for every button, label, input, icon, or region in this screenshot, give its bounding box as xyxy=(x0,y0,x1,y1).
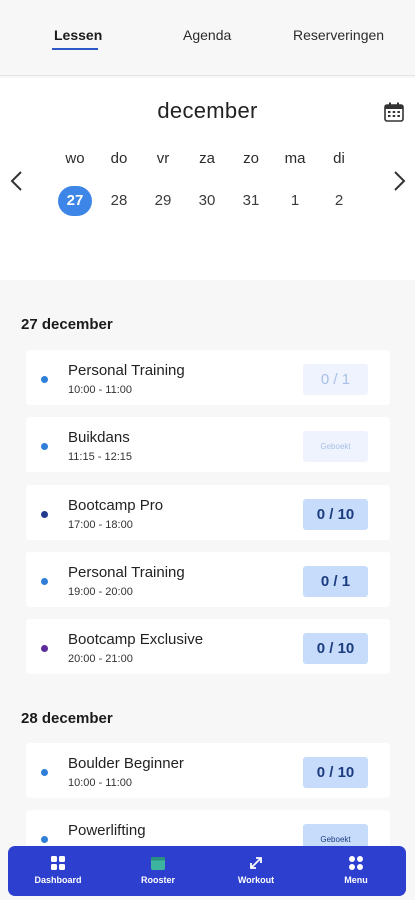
weekday-label: di xyxy=(333,150,345,167)
lesson-name: Bootcamp Pro xyxy=(68,497,164,514)
nav-label: Rooster xyxy=(140,875,175,885)
lesson-card[interactable]: Boulder Beginner 10:00 - 11:00 0 / 10 xyxy=(26,743,390,798)
lesson-name: Personal Training xyxy=(68,564,185,581)
bottom-navigation: Dashboard Rooster Workout Menu xyxy=(8,846,406,896)
weekday-label: do xyxy=(110,150,128,167)
week-calendar: december wo do vr za zo ma di 27 28 29 3… xyxy=(0,78,415,280)
day-button[interactable]: 31 xyxy=(234,186,268,216)
day-button[interactable]: 28 xyxy=(102,186,136,216)
lesson-dot xyxy=(41,836,48,843)
day-button[interactable]: 29 xyxy=(146,186,180,216)
active-tab-indicator xyxy=(52,48,98,50)
top-tabs: Lessen Agenda Reserveringen xyxy=(0,0,415,76)
lesson-card[interactable]: Bootcamp Exclusive 20:00 - 21:00 0 / 10 xyxy=(26,619,390,674)
tab-agenda[interactable]: Agenda xyxy=(183,27,231,43)
section-date-title: 27 december xyxy=(21,316,113,333)
day-button[interactable]: 2 xyxy=(322,186,356,216)
lesson-name: Powerlifting xyxy=(68,822,146,839)
lesson-name: Boulder Beginner xyxy=(68,755,184,772)
lesson-capacity-badge: 0 / 10 xyxy=(303,499,368,530)
lesson-time: 10:00 - 11:00 xyxy=(68,384,133,396)
weekday-label: zo xyxy=(243,150,259,167)
lesson-card[interactable]: Buikdans 11:15 - 12:15 Geboekt xyxy=(26,417,390,472)
lesson-capacity-badge: 0 / 1 xyxy=(303,566,368,597)
lesson-time: 10:00 - 11:00 xyxy=(68,777,133,789)
next-week-icon[interactable] xyxy=(390,170,408,192)
day-button[interactable]: 1 xyxy=(278,186,312,216)
month-title: december xyxy=(157,98,258,123)
lesson-name: Buikdans xyxy=(68,429,130,446)
nav-label: Workout xyxy=(237,875,275,885)
day-button-selected[interactable]: 27 xyxy=(58,186,92,216)
section-date-title: 28 december xyxy=(21,710,113,727)
lesson-capacity-badge: 0 / 1 xyxy=(303,364,368,395)
lesson-time: 20:00 - 21:00 xyxy=(68,653,133,665)
nav-workout[interactable]: Workout xyxy=(216,846,296,896)
lesson-name: Personal Training xyxy=(68,362,185,379)
weekday-label: ma xyxy=(284,150,306,167)
lesson-capacity-badge: 0 / 10 xyxy=(303,757,368,788)
lesson-dot xyxy=(41,578,48,585)
lesson-card[interactable]: Personal Training 19:00 - 20:00 0 / 1 xyxy=(26,552,390,607)
nav-label: Menu xyxy=(344,875,368,885)
calendar-picker-icon[interactable] xyxy=(384,102,404,122)
nav-menu[interactable]: Menu xyxy=(316,846,396,896)
weekday-label: wo xyxy=(65,150,85,167)
dashboard-icon xyxy=(51,856,65,870)
lesson-dot xyxy=(41,645,48,652)
tab-reserveringen[interactable]: Reserveringen xyxy=(293,27,384,43)
day-button[interactable]: 30 xyxy=(190,186,224,216)
lesson-time: 11:15 - 12:15 xyxy=(68,451,133,463)
menu-icon xyxy=(349,856,363,870)
lesson-dot xyxy=(41,443,48,450)
calendar-icon xyxy=(151,857,165,870)
lesson-name: Bootcamp Exclusive xyxy=(68,631,204,648)
lesson-status-badge: Geboekt xyxy=(303,431,368,462)
weekday-label: za xyxy=(199,150,215,167)
nav-label: Dashboard xyxy=(34,875,82,885)
lesson-dot xyxy=(41,769,48,776)
arrows-icon xyxy=(250,857,262,869)
nav-dashboard[interactable]: Dashboard xyxy=(18,846,98,896)
lesson-card[interactable]: Bootcamp Pro 17:00 - 18:00 0 / 10 xyxy=(26,485,390,540)
lesson-time: 19:00 - 20:00 xyxy=(68,586,133,598)
nav-rooster[interactable]: Rooster xyxy=(118,846,198,896)
weekday-label: vr xyxy=(156,150,170,167)
previous-week-icon[interactable] xyxy=(8,170,26,192)
lesson-capacity-badge: 0 / 10 xyxy=(303,633,368,664)
lesson-card[interactable]: Personal Training 10:00 - 11:00 0 / 1 xyxy=(26,350,390,405)
lesson-dot xyxy=(41,511,48,518)
lesson-dot xyxy=(41,376,48,383)
lesson-time: 17:00 - 18:00 xyxy=(68,519,133,531)
tab-lessen[interactable]: Lessen xyxy=(54,27,102,43)
